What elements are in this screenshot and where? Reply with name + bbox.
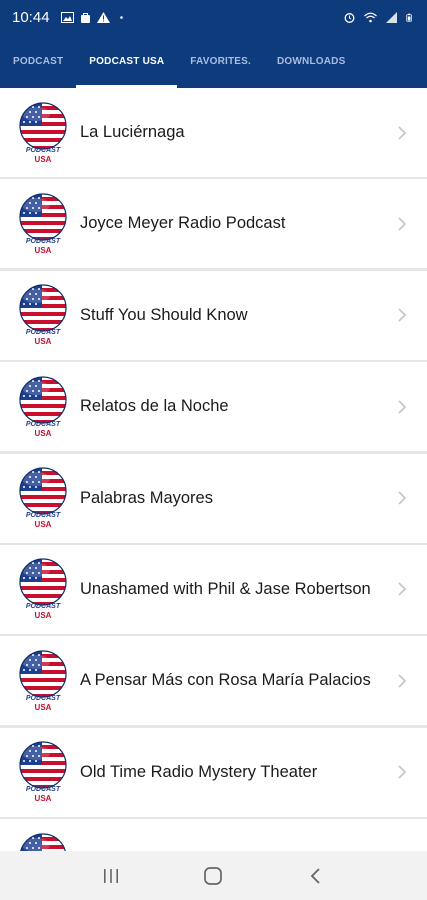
podcast-usa-logo: PODCAST USA bbox=[19, 376, 67, 438]
podcast-title: Unashamed with Phil & Jase Robertson bbox=[80, 579, 371, 598]
podcast-usa-logo: PODCAST USA bbox=[19, 467, 67, 529]
podcast-usa-logo: PODCAST USA bbox=[19, 650, 67, 712]
chevron-right-icon bbox=[398, 308, 407, 322]
warning-icon bbox=[96, 11, 110, 23]
podcast-usa-logo: PODCAST USA bbox=[19, 741, 67, 803]
chevron-right-icon bbox=[398, 400, 407, 414]
podcast-usa-logo: PODCAST USA bbox=[19, 101, 67, 164]
podcast-title: Relatos de la Noche bbox=[80, 397, 229, 416]
podcast-title: Old Time Radio Mystery Theater bbox=[80, 762, 318, 781]
tab-bar: PODCAST PODCAST USA FAVORITES. DOWNLOADS bbox=[0, 34, 427, 88]
podcast-row[interactable]: PODCAST USA Old Time Radio Mystery Theat… bbox=[0, 727, 427, 817]
podcast-usa-logo: PODCAST USA bbox=[19, 193, 67, 255]
podcast-list: PODCAST USA La Luciérnaga PODCAST USA Jo… bbox=[0, 88, 427, 851]
logo-bottom-text: USA bbox=[35, 246, 52, 255]
podcast-row[interactable]: PODCAST USA Joyce Meyer Radio Podcast bbox=[0, 179, 427, 269]
chevron-right-icon bbox=[398, 674, 407, 688]
logo-bottom-text: USA bbox=[35, 611, 52, 620]
logo-bottom-text: USA bbox=[35, 155, 52, 164]
back-button[interactable] bbox=[296, 861, 336, 891]
chevron-right-icon bbox=[398, 217, 407, 231]
recents-button[interactable] bbox=[91, 861, 131, 891]
logo-top-text: PODCAST bbox=[26, 512, 61, 519]
alarm-icon bbox=[344, 12, 355, 23]
logo-top-text: PODCAST bbox=[26, 603, 61, 610]
podcast-row[interactable]: PODCAST USA Unashamed with Phil & Jase R… bbox=[0, 544, 427, 634]
battery-icon bbox=[406, 13, 412, 22]
home-icon bbox=[204, 866, 223, 885]
logo-top-text: PODCAST bbox=[26, 421, 61, 428]
chevron-right-icon bbox=[398, 582, 407, 597]
chevron-right-icon bbox=[398, 765, 407, 779]
logo-top-text: PODCAST bbox=[26, 238, 61, 245]
home-button[interactable] bbox=[193, 861, 233, 891]
tab-favorites[interactable]: FAVORITES. bbox=[177, 34, 264, 88]
recents-icon bbox=[104, 868, 119, 883]
logo-bottom-text: USA bbox=[35, 703, 52, 712]
chevron-right-icon bbox=[398, 125, 407, 140]
podcast-title: Palabras Mayores bbox=[80, 488, 213, 507]
logo-bottom-text: USA bbox=[35, 520, 52, 529]
podcast-row[interactable]: PODCAST USA Relatos de la Noche bbox=[0, 362, 427, 452]
podcast-usa-logo: PODCAST USA bbox=[19, 284, 67, 346]
podcast-title: La Luciérnaga bbox=[80, 123, 185, 141]
logo-bottom-text: USA bbox=[35, 337, 52, 346]
tab-podcast-usa[interactable]: PODCAST USA bbox=[76, 34, 178, 88]
podcast-row[interactable]: PODCAST USA Palabras Mayores bbox=[0, 453, 427, 543]
logo-bottom-text: USA bbox=[35, 794, 52, 803]
image-icon bbox=[60, 11, 74, 23]
logo-top-text: PODCAST bbox=[26, 695, 61, 702]
tab-downloads[interactable]: DOWNLOADS bbox=[264, 34, 358, 88]
podcast-row[interactable]: PODCAST USA La Luciérnaga bbox=[0, 88, 427, 177]
status-bar: 10:44 bbox=[0, 0, 427, 34]
logo-top-text: PODCAST bbox=[26, 147, 61, 154]
wifi-icon bbox=[364, 12, 377, 22]
podcast-usa-logo: PODCAST USA bbox=[20, 833, 66, 851]
status-time: 10:44 bbox=[12, 8, 50, 26]
logo-top-text: PODCAST bbox=[26, 786, 61, 793]
signal-icon bbox=[386, 11, 397, 23]
podcast-title: Stuff You Should Know bbox=[80, 305, 248, 324]
logo-bottom-text: USA bbox=[35, 429, 52, 438]
tab-podcast[interactable]: PODCAST bbox=[0, 34, 76, 88]
podcast-title: Joyce Meyer Radio Podcast bbox=[80, 214, 286, 233]
navigation-bar bbox=[0, 851, 427, 900]
podcast-row[interactable]: PODCAST USA A Pensar Más con Rosa María … bbox=[0, 636, 427, 726]
podcast-row[interactable]: PODCAST USA Stuff You Should Know bbox=[0, 270, 427, 360]
podcast-title: A Pensar Más con Rosa María Palacios bbox=[80, 671, 371, 690]
bag-icon bbox=[80, 12, 90, 23]
podcast-row[interactable]: PODCAST USA bbox=[0, 819, 427, 851]
dot-icon bbox=[119, 15, 123, 19]
chevron-right-icon bbox=[398, 491, 407, 505]
logo-top-text: PODCAST bbox=[26, 329, 61, 336]
back-icon bbox=[310, 867, 320, 884]
podcast-usa-logo: PODCAST USA bbox=[19, 558, 67, 620]
